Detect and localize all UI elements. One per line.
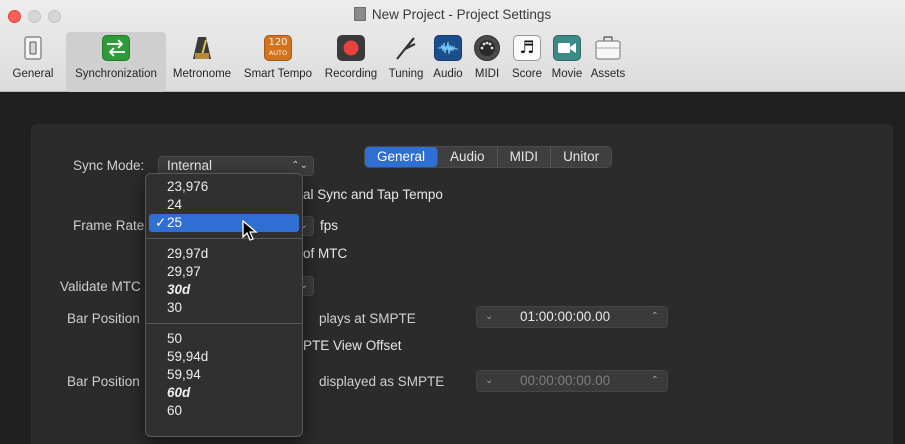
toolbar-label-tuning: Tuning <box>388 68 424 80</box>
midi-port-icon <box>474 35 500 61</box>
decrement-icon[interactable]: ⌄ <box>485 307 493 327</box>
smpte-view-offset-checkbox-label[interactable]: PTE View Offset <box>303 338 402 353</box>
switch-icon <box>19 35 47 61</box>
record-icon <box>337 35 365 61</box>
smpte-display-value: 00:00:00:00.00 <box>520 373 611 388</box>
menu-separator <box>146 238 302 239</box>
window-titlebar: New Project - Project Settings General S… <box>0 0 905 92</box>
toolbar-label-score: Score <box>511 68 543 80</box>
tab-general[interactable]: General <box>365 147 439 167</box>
toolbar-item-score[interactable]: ♬ Score <box>506 32 548 92</box>
menu-item-60d[interactable]: 60d <box>146 384 302 402</box>
mouse-pointer-icon <box>242 220 258 241</box>
toolbar-item-recording[interactable]: Recording <box>318 32 384 92</box>
fps-label: fps <box>320 218 339 233</box>
menu-item-30[interactable]: 30 <box>146 299 302 317</box>
toolbar-item-movie[interactable]: Movie <box>548 32 586 92</box>
menu-item-30d[interactable]: 30d <box>146 281 302 299</box>
plays-at-smpte-label: plays at SMPTE <box>319 311 416 326</box>
toolbar-label-smart-tempo: Smart Tempo <box>243 68 313 80</box>
toolbar-item-midi[interactable]: MIDI <box>468 32 506 92</box>
menu-item-23976[interactable]: 23,976 <box>146 178 302 196</box>
increment-icon: ⌃ <box>650 375 659 386</box>
window-title-container: New Project - Project Settings <box>0 7 905 22</box>
smart-tempo-icon: 120 AUTO <box>264 35 292 61</box>
document-icon <box>353 7 366 21</box>
toolbar-label-metronome: Metronome <box>172 68 232 80</box>
frame-rate-label: Frame Rate <box>73 218 145 233</box>
menu-item-24[interactable]: 24 <box>146 196 302 214</box>
toolbar-label-audio: Audio <box>433 68 463 80</box>
toolbar-item-audio[interactable]: Audio <box>428 32 468 92</box>
tap-tempo-checkbox-label[interactable]: al Sync and Tap Tempo <box>303 187 443 202</box>
smpte-display-field: ⌄ 00:00:00:00.00 ⌃ <box>476 370 668 392</box>
toolbar-item-synchronization[interactable]: Synchronization <box>66 32 166 92</box>
camera-icon <box>553 35 581 61</box>
menu-item-50[interactable]: 50 <box>146 330 302 348</box>
note-icon: ♬ <box>513 35 541 61</box>
tab-unitor[interactable]: Unitor <box>551 147 611 167</box>
settings-content: General Audio MIDI Unitor <box>0 93 905 444</box>
mtc-checkbox-label[interactable]: of MTC <box>303 246 347 261</box>
smpte-start-field[interactable]: ⌄ 01:00:00:00.00 ⌃ <box>476 306 668 328</box>
toolbar-item-general[interactable]: General <box>0 32 66 92</box>
sync-mode-label: Sync Mode: <box>73 158 145 173</box>
increment-icon[interactable]: ⌃ <box>651 307 659 327</box>
tab-audio[interactable]: Audio <box>438 147 498 167</box>
bar-position-label-2: Bar Position <box>67 374 140 389</box>
toolbar-label-general: General <box>12 68 54 80</box>
menu-item-2997[interactable]: 29,97 <box>146 263 302 281</box>
menu-separator <box>146 323 302 324</box>
metronome-icon <box>188 35 216 61</box>
window-title: New Project - Project Settings <box>371 7 552 22</box>
toolbar-item-metronome[interactable]: Metronome <box>166 32 238 92</box>
displayed-as-smpte-label: displayed as SMPTE <box>319 374 445 389</box>
menu-item-25-label: 25 <box>167 215 183 230</box>
settings-toolbar: General Synchronization Metronome 120 AU… <box>0 32 630 92</box>
toolbar-label-movie: Movie <box>551 68 583 80</box>
sub-tab-bar: General Audio MIDI Unitor <box>364 146 613 168</box>
menu-item-60[interactable]: 60 <box>146 402 302 420</box>
decrement-icon: ⌄ <box>485 375 494 386</box>
tuning-fork-icon <box>392 35 420 61</box>
menu-item-5994d[interactable]: 59,94d <box>146 348 302 366</box>
waveform-icon <box>434 35 462 61</box>
toolbar-label-midi: MIDI <box>474 68 500 80</box>
toolbar-item-tuning[interactable]: Tuning <box>384 32 428 92</box>
validate-mtc-label: Validate MTC <box>60 279 141 294</box>
toolbar-item-smart-tempo[interactable]: 120 AUTO Smart Tempo <box>238 32 318 92</box>
frame-rate-menu: 23,976 24 ✓ 25 29,97d 29,97 30d 30 50 59,… <box>145 173 303 437</box>
smart-tempo-badge-top: 120 <box>268 37 288 48</box>
checkmark-icon: ✓ <box>155 215 167 230</box>
bar-position-label: Bar Position <box>67 311 140 326</box>
smart-tempo-badge-bottom: AUTO <box>268 49 288 57</box>
menu-item-25-selected[interactable]: ✓ 25 <box>149 214 299 232</box>
tab-midi[interactable]: MIDI <box>498 147 552 167</box>
briefcase-icon <box>594 35 622 61</box>
toolbar-label-recording: Recording <box>324 68 378 80</box>
menu-item-5994[interactable]: 59,94 <box>146 366 302 384</box>
smpte-start-value: 01:00:00:00.00 <box>520 309 611 324</box>
toolbar-label-synchronization: Synchronization <box>75 68 157 80</box>
toolbar-item-assets[interactable]: Assets <box>586 32 630 92</box>
menu-item-2997d[interactable]: 29,97d <box>146 245 302 263</box>
toolbar-label-assets: Assets <box>590 68 626 80</box>
sync-mode-value: Internal <box>167 158 213 173</box>
sync-arrows-icon <box>102 35 130 61</box>
